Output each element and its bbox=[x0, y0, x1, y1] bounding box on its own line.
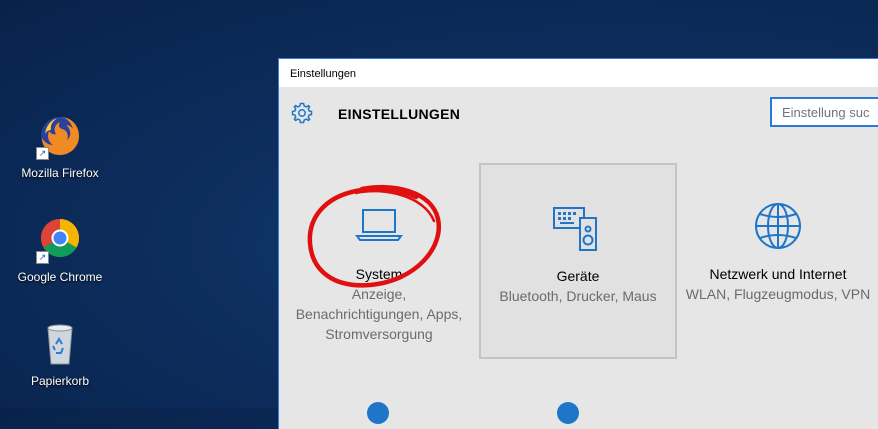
gear-icon bbox=[291, 102, 313, 124]
desktop-icon-label: Google Chrome bbox=[17, 270, 103, 284]
window-title: Einstellungen bbox=[279, 59, 878, 87]
tile-description: Bluetooth, Drucker, Maus bbox=[499, 288, 657, 304]
tile-system[interactable]: System Anzeige, Benachrichtigungen, Apps… bbox=[280, 163, 478, 359]
search-input[interactable] bbox=[770, 97, 878, 127]
desktop-icon-recycle-bin[interactable]: Papierkorb bbox=[8, 320, 112, 388]
settings-window: Einstellungen EINSTELLUNGEN System Anzei… bbox=[278, 58, 878, 429]
recycle-bin-icon bbox=[36, 320, 84, 368]
tile-devices[interactable]: Geräte Bluetooth, Drucker, Maus bbox=[479, 163, 677, 359]
firefox-icon: ↗ bbox=[36, 112, 84, 160]
shortcut-arrow-icon: ↗ bbox=[36, 147, 49, 160]
tile-description: Anzeige, Benachrichtigungen, Apps, Strom… bbox=[295, 286, 463, 342]
chrome-icon: ↗ bbox=[36, 216, 84, 264]
page-title: EINSTELLUNGEN bbox=[338, 106, 461, 122]
devices-icon bbox=[553, 207, 597, 251]
laptop-icon bbox=[355, 209, 403, 241]
desktop-icon-firefox[interactable]: ↗ Mozilla Firefox bbox=[8, 112, 112, 180]
tile-network[interactable]: Netzwerk und Internet WLAN, Flugzeugmodu… bbox=[679, 163, 877, 359]
desktop-icon-label: Mozilla Firefox bbox=[21, 166, 99, 180]
tile-description: WLAN, Flugzeugmodus, VPN bbox=[685, 286, 871, 302]
desktop-icon-label: Papierkorb bbox=[30, 374, 90, 388]
shortcut-arrow-icon: ↗ bbox=[36, 251, 49, 264]
next-row-tile-icon[interactable] bbox=[367, 402, 389, 424]
tile-title: System bbox=[355, 266, 403, 282]
globe-icon bbox=[755, 203, 801, 249]
desktop-icon-chrome[interactable]: ↗ Google Chrome bbox=[8, 216, 112, 284]
tile-title: Netzwerk und Internet bbox=[709, 266, 847, 282]
tile-title: Geräte bbox=[556, 268, 600, 284]
next-row-tile-icon[interactable] bbox=[557, 402, 579, 424]
